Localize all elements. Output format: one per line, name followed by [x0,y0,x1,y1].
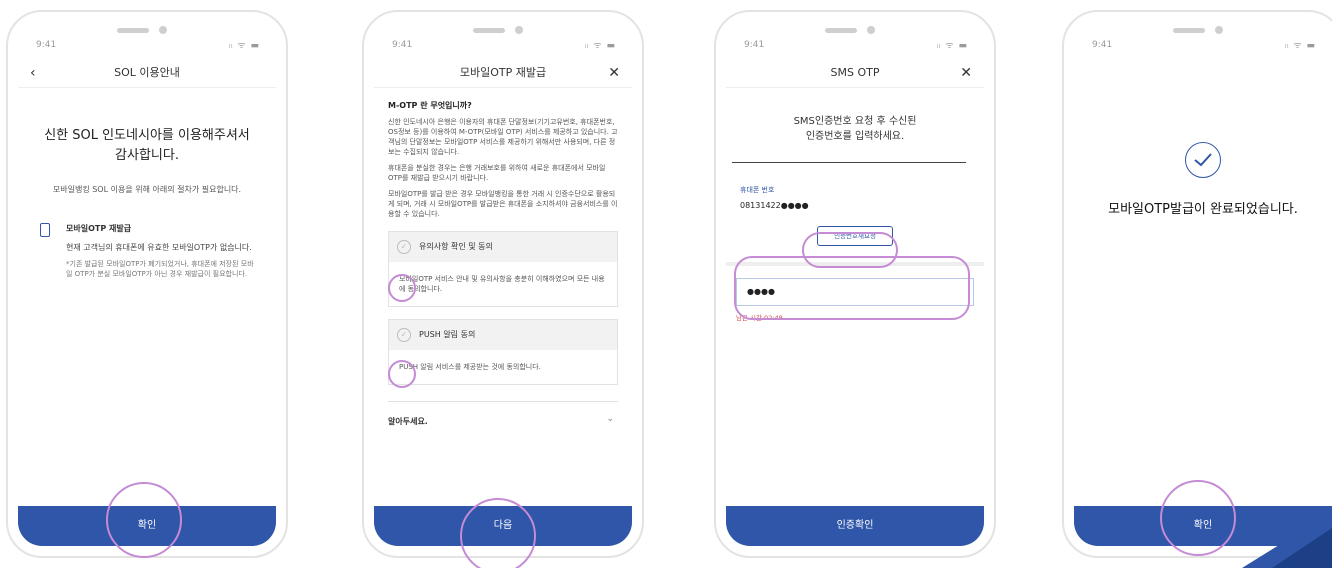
chevron-down-icon[interactable]: ⌄ [606,414,614,424]
highlight-circle [1160,480,1236,556]
info-paragraph-2: 휴대폰을 분실한 경우는 은행 거래보호를 위하여 새로운 휴대폰에서 모바일O… [388,164,606,182]
phone-frame-otp-reissue: 9:41 ᵢₗ ᯤ ▬ 모바일OTP 재발급 ✕ M-OTP 란 무엇입니까? … [362,10,644,568]
phone-number-label: 휴대폰 번호 [740,186,775,194]
agreement-notice: ✓ 유의사항 확인 및 동의 모바일OTP 서비스 안내 및 유의사항을 충분히… [388,231,618,307]
mobile-phone-icon [40,223,50,237]
nav-title: 모바일OTP 재발급 [459,66,547,79]
agreement-push-body: PUSH 알림 서비스를 제공받는 것에 동의합니다. [389,350,617,384]
phone-number-field: 휴대폰 번호 08131422●●●● [726,163,984,210]
close-icon[interactable]: ✕ [960,58,972,88]
check-circle-icon[interactable]: ✓ [397,328,411,342]
know-section[interactable]: 알아두세요. ⌄ [388,401,618,441]
nav-title: SMS OTP [830,66,880,79]
status-time: 9:41 [36,40,57,50]
status-time: 9:41 [1092,40,1113,50]
signal-icon: ᵢₗ ᯤ ▬ [936,41,968,51]
check-circle-icon[interactable]: ✓ [397,240,411,254]
otp-info-body: M-OTP 란 무엇입니까? 신한 인도네시아 은행은 이용자의 휴대폰 단말정… [374,88,632,441]
agreement-notice-header[interactable]: ✓ 유의사항 확인 및 동의 [389,232,617,262]
onboarding-flow: 9:41 ᵢₗ ᯤ ▬ ‹ SOL 이용안내 신한 SOL 인도네시아를 이용해… [0,0,1332,568]
signal-icon: ᵢₗ ᯤ ▬ [584,41,616,51]
check-circle-icon [1185,142,1221,178]
close-icon[interactable]: ✕ [608,58,620,88]
completion-message: 모바일OTP발급이 완료되었습니다. [1108,202,1298,217]
highlight-circle [388,274,416,302]
screen-sol-guide: 9:41 ᵢₗ ᯤ ▬ ‹ SOL 이용안내 신한 SOL 인도네시아를 이용해… [18,22,276,546]
card-title: 모바일OTP 재발급 [66,224,132,233]
agreement-notice-title: 유의사항 확인 및 동의 [419,242,493,251]
agreement-notice-body: 모바일OTP 서비스 안내 및 유의사항을 충분히 이해하였으며 모든 내용에 … [389,262,617,306]
phone-notch [107,26,187,36]
corner-decoration-dark [1272,528,1332,568]
highlight-circle [106,482,182,558]
phone-frame-sms-otp: 9:41 ᵢₗ ᯤ ▬ SMS OTP ✕ SMS인증번호 요청 후 수신된 인… [714,10,996,558]
nav-bar: 모바일OTP 재발급 ✕ [374,58,632,88]
phone-notch [815,26,895,36]
info-question: M-OTP 란 무엇입니까? [388,101,472,110]
agreement-push-header[interactable]: ✓ PUSH 알림 동의 [389,320,617,350]
highlight-circle [388,360,416,388]
highlight-circle [460,498,536,568]
sms-instruction-line1: SMS인증번호 요청 후 수신된 [793,116,917,127]
checkmark-icon [1194,153,1212,167]
agreement-push-title: PUSH 알림 동의 [419,330,476,339]
welcome-title-line2: 감사합니다. [115,148,179,163]
sms-instruction: SMS인증번호 요청 후 수신된 인증번호를 입력하세요. [726,114,984,144]
phone-notch [463,26,543,36]
status-time: 9:41 [744,40,765,50]
info-paragraph-3: 모바일OTP를 발급 받은 경우 모바일뱅킹을 통한 거래 시 인증수단으로 활… [388,190,618,218]
phone-frame-sol-guide: 9:41 ᵢₗ ᯤ ▬ ‹ SOL 이용안내 신한 SOL 인도네시아를 이용해… [6,10,288,558]
screen-issue-complete: 9:41 ᵢₗ ᯤ ▬ 모바일OTP발급이 완료되었습니다. 확인 [1074,22,1332,546]
phone-frame-issue-complete: 9:41 ᵢₗ ᯤ ▬ 모바일OTP발급이 완료되었습니다. 확인 [1062,10,1332,558]
phone-number-value: 08131422●●●● [740,201,809,210]
nav-title: SOL 이용안내 [114,66,180,79]
agreement-push: ✓ PUSH 알림 동의 PUSH 알림 서비스를 제공받는 것에 동의합니다. [388,319,618,385]
info-paragraph-1: 신한 인도네시아 은행은 이용자의 휴대폰 단말정보(기기고유번호, 휴대폰번호… [388,118,618,156]
welcome-title: 신한 SOL 인도네시아를 이용해주셔서 감사합니다. [18,126,276,166]
verify-button[interactable]: 인증확인 [726,506,984,546]
nav-bar: ‹ SOL 이용안내 [18,58,276,88]
sms-instruction-line2: 인증번호를 입력하세요. [805,131,905,142]
welcome-subtitle: 모바일뱅킹 SOL 이용을 위해 아래의 절차가 필요합니다. [52,185,242,194]
highlight-circle [734,256,970,320]
back-icon[interactable]: ‹ [30,58,36,88]
phone-notch [1163,26,1243,36]
nav-bar: SMS OTP ✕ [726,58,984,88]
card-description: 현재 고객님의 휴대폰에 유효한 모바일OTP가 없습니다. [66,243,252,252]
signal-icon: ᵢₗ ᯤ ▬ [1284,41,1316,51]
card-note: *기존 발급된 모바일OTP가 폐기되었거나, 휴대폰에 저장된 모바일 OTP… [66,260,254,278]
status-time: 9:41 [392,40,413,50]
signal-icon: ᵢₗ ᯤ ▬ [228,41,260,51]
welcome-title-line1: 신한 SOL 인도네시아를 이용해주셔서 [44,128,250,143]
otp-reissue-card: 모바일OTP 재발급 현재 고객님의 휴대폰에 유효한 모바일OTP가 없습니다… [18,223,276,279]
know-title: 알아두세요. [388,417,428,426]
